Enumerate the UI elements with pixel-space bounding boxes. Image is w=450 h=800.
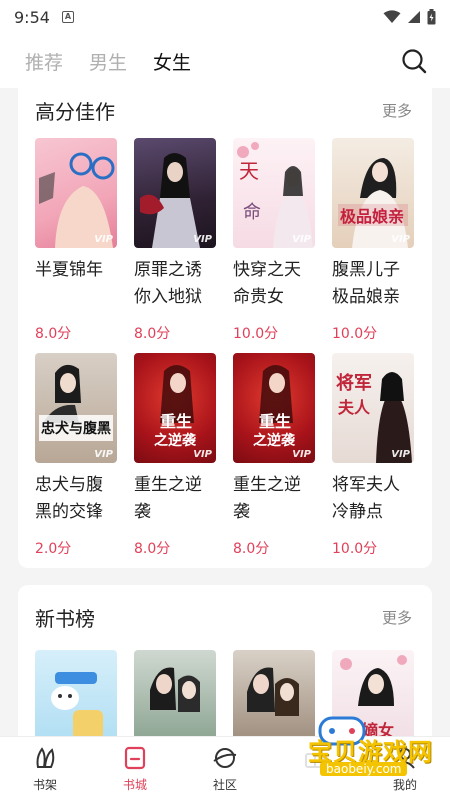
book-score: 8.0分: [233, 541, 270, 557]
book-cover[interactable]: 极品娘亲 VIP: [332, 138, 414, 248]
vip-badge-icon: VIP: [193, 449, 212, 460]
book-score: 10.0分: [233, 326, 279, 342]
book-item[interactable]: 重生 之逆袭 VIP 重生之逆袭 8.0分: [233, 353, 317, 558]
vip-badge-icon: VIP: [193, 234, 212, 245]
watermark-logo: 宝贝游戏网 baobeiy.com: [272, 712, 440, 784]
book-title: 半夏锦年: [35, 260, 103, 280]
book-title: 忠犬与腹黑的交锋: [35, 475, 103, 522]
book-title: 原罪之诱你入地狱: [134, 260, 202, 307]
search-icon[interactable]: [400, 47, 428, 75]
section-header: 高分佳作 更多: [35, 96, 412, 125]
cover-art-icon: 名门挚爱: [150, 667, 200, 712]
book-cover[interactable]: 重生 之逆袭 VIP: [134, 353, 216, 463]
tab-male[interactable]: 男生: [89, 48, 127, 75]
cover-art-icon: 将军 夫人: [336, 372, 412, 463]
more-link[interactable]: 更多: [382, 607, 412, 628]
book-title: 重生之逆袭: [134, 475, 202, 522]
community-icon: [213, 748, 237, 768]
book-score: 10.0分: [332, 541, 378, 557]
nav-label: 书架: [32, 778, 57, 792]
svg-text:忠犬与腹黑: 忠犬与腹黑: [41, 420, 111, 437]
book-title: 腹黑儿子极品娘亲: [332, 260, 400, 307]
nav-bookstore[interactable]: 书城: [90, 737, 180, 800]
high-score-section: 高分佳作 更多 VIP 半夏锦年 8.0分 VIP 原罪之诱你入地狱 8.0分 …: [18, 88, 432, 568]
book-cover[interactable]: [35, 650, 117, 736]
nav-bookshelf[interactable]: 书架: [0, 737, 90, 800]
svg-text:极品娘亲: 极品娘亲: [340, 207, 404, 226]
top-tabs: 推荐 男生 女生: [0, 34, 450, 88]
battery-icon: [427, 9, 436, 25]
cover-art-icon: [39, 152, 115, 248]
notification-icon: A: [61, 11, 74, 23]
content-area[interactable]: 高分佳作 更多 VIP 半夏锦年 8.0分 VIP 原罪之诱你入地狱 8.0分 …: [0, 88, 450, 736]
book-item[interactable]: 忠犬与腹黑 VIP 忠犬与腹黑的交锋 2.0分: [35, 353, 119, 558]
book-item[interactable]: 天 命 VIP 快穿之天命贵女 10.0分: [233, 138, 317, 343]
book-item[interactable]: 重生 之逆袭 VIP 重生之逆袭 8.0分: [134, 353, 218, 558]
cover-art-icon: 重生 之逆袭: [253, 365, 296, 449]
book-score: 8.0分: [134, 541, 171, 557]
section-header: 新书榜 更多: [35, 603, 412, 632]
nav-label: 社区: [212, 778, 237, 792]
vip-badge-icon: VIP: [94, 449, 113, 460]
svg-text:天: 天: [239, 159, 259, 183]
vip-badge-icon: VIP: [292, 234, 311, 245]
book-cover[interactable]: 重生 之逆袭 VIP: [233, 353, 315, 463]
vip-badge-icon: VIP: [391, 449, 410, 460]
vip-badge-icon: VIP: [292, 449, 311, 460]
book-score: 8.0分: [35, 326, 72, 342]
svg-text:之逆袭: 之逆袭: [154, 432, 197, 449]
cover-art-icon: [140, 153, 200, 248]
book-title: 快穿之天命贵女: [233, 260, 301, 307]
nav-label: 书城: [122, 778, 147, 792]
book-item[interactable]: [35, 650, 119, 736]
book-score: 8.0分: [134, 326, 171, 342]
status-bar: 9:54 A: [0, 0, 450, 34]
more-link[interactable]: 更多: [382, 100, 412, 121]
book-cover[interactable]: VIP: [35, 138, 117, 248]
book-title: 重生之逆袭: [233, 475, 301, 522]
book-item[interactable]: 名门挚爱: [134, 650, 218, 736]
tab-female[interactable]: 女生: [153, 48, 191, 75]
book-title: 将军夫人冷静点: [332, 475, 400, 522]
bookstore-icon: [124, 746, 146, 770]
cover-art-icon: 天 命: [237, 142, 313, 248]
book-cover[interactable]: 名门挚爱: [134, 650, 216, 736]
tab-recommend[interactable]: 推荐: [25, 48, 63, 75]
cover-art-icon: 忠犬与腹黑: [39, 364, 113, 441]
svg-text:重生: 重生: [160, 412, 192, 431]
vip-badge-icon: VIP: [391, 234, 410, 245]
book-item[interactable]: 将军 夫人 VIP 将军夫人冷静点 10.0分: [332, 353, 416, 558]
book-cover[interactable]: VIP: [134, 138, 216, 248]
book-cover[interactable]: 天 命 VIP: [233, 138, 315, 248]
book-item[interactable]: VIP 原罪之诱你入地狱 8.0分: [134, 138, 218, 343]
section-title: 新书榜: [35, 607, 95, 631]
book-cover[interactable]: 将军 夫人 VIP: [332, 353, 414, 463]
svg-text:命: 命: [243, 202, 261, 223]
svg-text:之逆袭: 之逆袭: [253, 432, 296, 449]
bookshelf-icon: [36, 747, 55, 768]
book-item[interactable]: VIP 半夏锦年 8.0分: [35, 138, 119, 343]
cover-art-icon: 极品娘亲: [338, 158, 408, 248]
book-score: 2.0分: [35, 541, 72, 557]
section-title: 高分佳作: [35, 100, 115, 124]
nav-community[interactable]: 社区: [180, 737, 270, 800]
svg-text:将军: 将军: [336, 372, 372, 394]
book-item[interactable]: 极品娘亲 VIP 腹黑儿子极品娘亲 10.0分: [332, 138, 416, 343]
svg-text:重生: 重生: [259, 412, 291, 431]
watermark-url: baobeiy.com: [320, 762, 408, 776]
status-icons: [383, 9, 436, 25]
book-score: 10.0分: [332, 326, 378, 342]
svg-text:夫人: 夫人: [338, 398, 371, 417]
wifi-icon: [383, 10, 401, 23]
vip-badge-icon: VIP: [94, 234, 113, 245]
cover-art-icon: [51, 672, 103, 736]
status-time: 9:54: [14, 7, 50, 27]
cover-art-icon: 重生 之逆袭: [154, 365, 197, 449]
book-cover[interactable]: 忠犬与腹黑 VIP: [35, 353, 117, 463]
signal-icon: [408, 11, 420, 23]
